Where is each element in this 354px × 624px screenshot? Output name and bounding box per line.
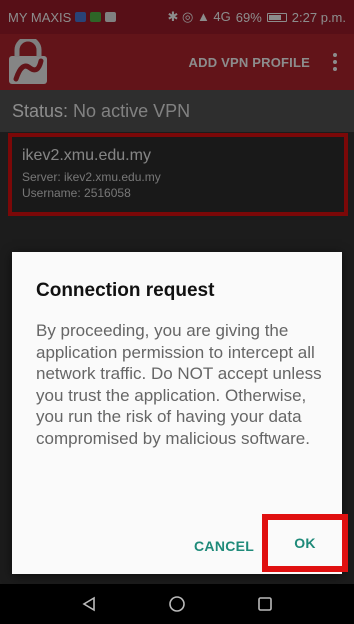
ok-button-highlight: OK — [262, 514, 348, 572]
dialog-title: Connection request — [36, 280, 215, 301]
system-nav-bar — [0, 584, 354, 624]
recents-square-icon[interactable] — [255, 594, 275, 614]
dialog-message: By proceeding, you are giving the applic… — [36, 321, 322, 448]
back-triangle-icon[interactable] — [79, 594, 99, 614]
ok-button[interactable]: OK — [294, 535, 316, 551]
cancel-button[interactable]: CANCEL — [194, 538, 254, 554]
home-circle-icon[interactable] — [167, 594, 187, 614]
connection-request-dialog: Connection request By proceeding, you ar… — [12, 252, 348, 574]
